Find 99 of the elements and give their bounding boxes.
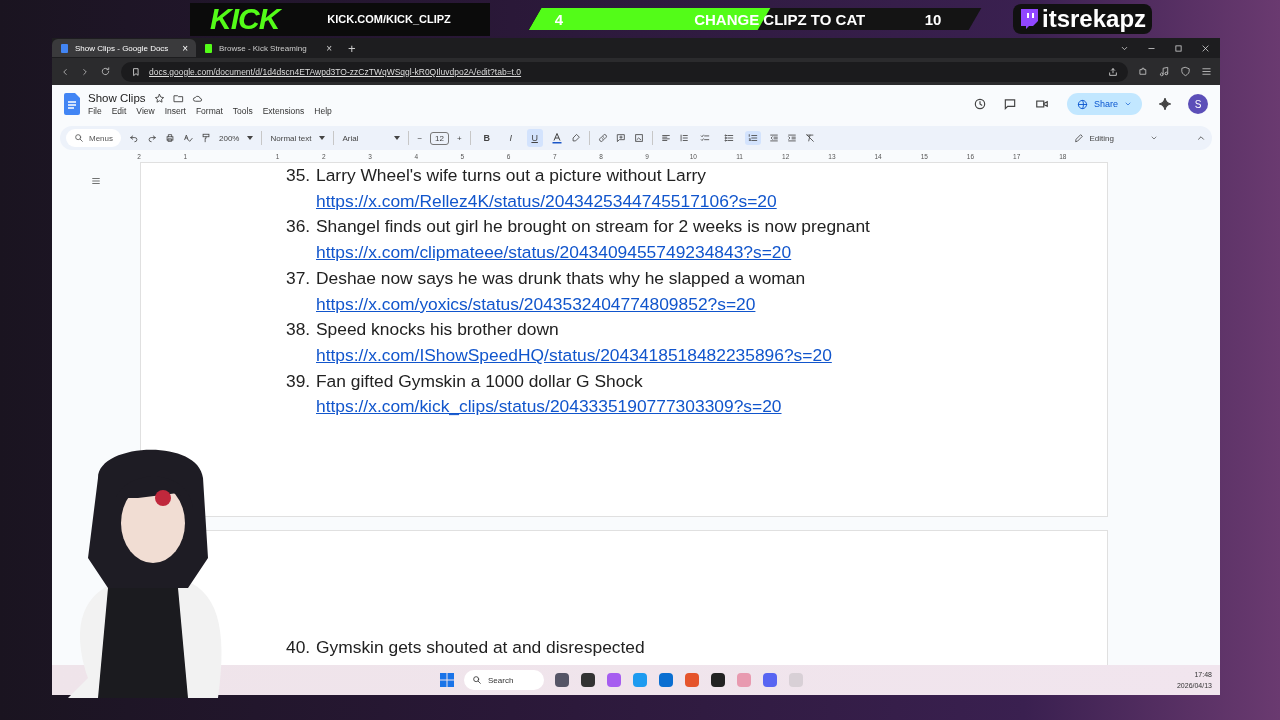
sparkle-icon[interactable]	[1158, 97, 1172, 111]
pencil-icon	[1073, 133, 1084, 143]
tweet-link[interactable]: https://x.com/kick_clips/status/2043335190777303309?s=20	[316, 396, 782, 417]
share-button[interactable]: Share	[1066, 93, 1142, 115]
spellcheck-icon[interactable]	[183, 133, 193, 143]
search-icon	[472, 675, 482, 685]
line-spacing-icon[interactable]	[678, 133, 689, 143]
folder-icon[interactable]	[172, 92, 184, 104]
app-icon[interactable]	[710, 672, 726, 688]
docs-logo-icon[interactable]	[64, 93, 80, 115]
taskbar-search-field[interactable]: Search	[464, 670, 544, 690]
account-avatar[interactable]: S	[1188, 94, 1208, 114]
outline-icon[interactable]	[91, 176, 101, 186]
goal-label: CHANGE CLIPZ TO CAT	[693, 10, 867, 28]
menu-item[interactable]: Help	[314, 106, 332, 116]
list-item-text: 40. Gymskin gets shouted at and disrespected	[286, 637, 645, 657]
list-item-text: 37. Deshae now says he was drunk thats why he slapped a woman	[286, 267, 806, 288]
bulleted-list-icon	[722, 133, 735, 143]
search-icon	[74, 133, 84, 143]
start-icon[interactable]	[440, 673, 454, 687]
maximize-icon[interactable]	[1174, 43, 1183, 53]
numbered-list-icon	[746, 133, 759, 143]
goal-start: 4	[555, 10, 565, 28]
tab-close-button[interactable]: ×	[326, 42, 332, 54]
comment-icon[interactable]	[1002, 97, 1017, 111]
back-icon[interactable]	[60, 66, 70, 77]
font-dropdown[interactable]: Arial	[342, 133, 359, 143]
kick-logo: KICK	[210, 2, 280, 36]
list-item-text: 36. Shangel finds out girl he brought on stream for 2 weeks is now pregnant	[286, 216, 870, 237]
undo-icon[interactable]	[129, 133, 139, 143]
add-comment-icon[interactable]	[615, 133, 626, 143]
checklist-icon	[698, 133, 711, 143]
text-color-icon[interactable]	[550, 132, 563, 144]
goal-end: 10	[925, 10, 943, 28]
music-icon[interactable]	[1159, 66, 1170, 77]
close-icon[interactable]	[1201, 43, 1210, 53]
clear-formatting-icon[interactable]	[804, 133, 815, 143]
link-icon[interactable]	[597, 133, 608, 143]
redo-icon[interactable]	[147, 133, 157, 143]
reload-icon[interactable]	[100, 66, 111, 77]
font-size-field[interactable]: 12	[430, 131, 449, 145]
chat-bubble-icon	[1019, 8, 1039, 30]
list-item-text: 38. Speed knocks his brother down	[286, 319, 559, 340]
streamer-handle: itsrekapz	[1042, 5, 1147, 33]
new-tab-button[interactable]: +	[348, 40, 356, 56]
share-icon[interactable]	[1108, 66, 1118, 77]
shield-icon[interactable]	[1180, 66, 1191, 77]
app-icon[interactable]	[580, 672, 596, 688]
increase-indent-icon[interactable]	[786, 133, 797, 143]
caret-down-icon[interactable]	[394, 136, 401, 140]
list-item-text: 35. Larry Wheel's wife turns out a picture without Larry	[286, 165, 706, 185]
menu-item[interactable]: Edit	[111, 106, 127, 116]
history-icon[interactable]	[972, 97, 987, 111]
caret-down-icon[interactable]	[319, 136, 326, 140]
tweet-link[interactable]: https://x.com/IShowSpeedHQ/status/2043418518482235896?s=20	[316, 344, 832, 365]
tweet-link[interactable]: https://x.com/Rellez4K/status/2043425344745517106?s=20	[316, 190, 777, 211]
menu-item[interactable]: Tools	[232, 106, 253, 116]
increase-size-button[interactable]: +	[457, 133, 462, 143]
collapse-icon[interactable]	[1196, 133, 1206, 143]
menu-item[interactable]: File	[88, 106, 102, 116]
app-icon[interactable]	[554, 672, 570, 688]
caret-down-icon[interactable]	[247, 136, 254, 140]
align-left-icon[interactable]	[660, 133, 671, 143]
tab-favicon-icon	[60, 43, 69, 53]
editing-mode-dropdown[interactable]: Editing	[1073, 133, 1188, 143]
decrease-indent-icon[interactable]	[768, 133, 779, 143]
globe-icon	[1076, 98, 1088, 110]
menus-search-field[interactable]: Menus	[66, 129, 121, 147]
highlighter-icon[interactable]	[570, 133, 581, 143]
address-bar[interactable]: docs.google.com/document/d/1d4dscn4ETAwpd3TO-zzCzTWqWSqgl-kR0QIluvdpo2A/edit?tab=t.0	[121, 61, 1128, 82]
numbered-list-button[interactable]	[744, 131, 761, 145]
menu-item[interactable]: Extensions	[262, 106, 305, 116]
menu-item[interactable]: View	[136, 106, 155, 116]
format-button[interactable]: B	[478, 129, 495, 147]
tab-close-button[interactable]: ×	[182, 42, 188, 54]
chevron-down-icon	[1124, 100, 1132, 108]
decrease-size-button[interactable]: −	[417, 133, 423, 143]
menu-icon[interactable]	[1201, 66, 1212, 77]
format-button[interactable]: U	[526, 129, 543, 147]
format-button[interactable]: I	[502, 129, 519, 147]
channel-url: KICK.COM/KICK_CLIPZ	[327, 13, 451, 25]
forward-icon[interactable]	[80, 66, 90, 77]
tweet-link[interactable]: https://x.com/clipmateee/status/2043409455749234843?s=20	[316, 242, 792, 263]
tweet-link[interactable]: https://x.com/yoxics/status/2043532404774809852?s=20	[316, 293, 756, 314]
tab-favicon-icon	[204, 43, 213, 53]
menu-item[interactable]: Insert	[164, 106, 186, 116]
zoom-dropdown[interactable]: 200%	[219, 133, 240, 143]
bookmark-icon[interactable]	[131, 66, 141, 77]
list-item-text: 39. Fan gifted Gymskin a 1000 dollar G Shock	[286, 370, 643, 391]
image-icon[interactable]	[633, 133, 644, 143]
menu-item[interactable]: Format	[195, 106, 223, 116]
print-icon[interactable]	[165, 133, 175, 143]
chevron-down-icon	[1150, 134, 1158, 142]
star-icon[interactable]	[153, 92, 165, 104]
style-dropdown[interactable]: Normal text	[270, 133, 312, 143]
browser-tab[interactable]: Browse - Kick Streaming ×	[196, 39, 340, 57]
paint-format-icon[interactable]	[201, 133, 211, 143]
browser-tab[interactable]: Show Clips - Google Docs ×	[52, 39, 196, 57]
document-title[interactable]: Show Clips	[88, 92, 146, 104]
